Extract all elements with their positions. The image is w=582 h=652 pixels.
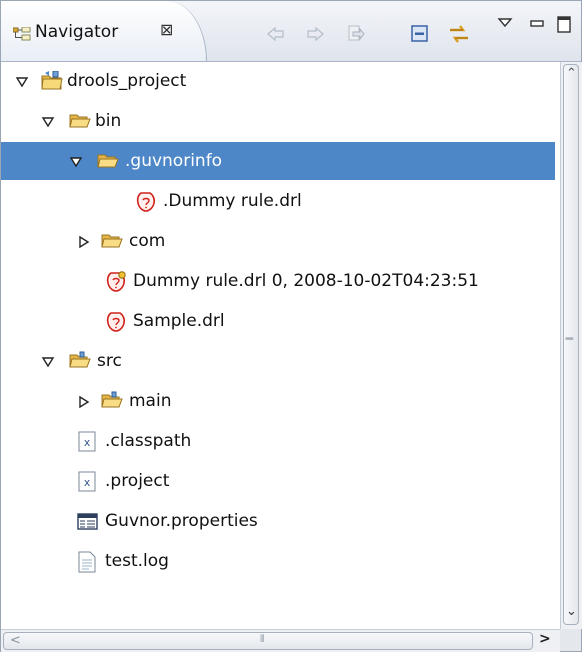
tree-item-label: drools_project bbox=[67, 71, 187, 91]
tree-item-label: Sample.drl bbox=[133, 311, 225, 331]
scroll-right-arrow-icon[interactable]: > bbox=[539, 631, 551, 647]
tree-item-classpath[interactable]: x .classpath bbox=[1, 422, 555, 460]
svg-text:x: x bbox=[84, 476, 91, 489]
drl-file-icon bbox=[105, 311, 127, 332]
properties-file-icon bbox=[77, 511, 99, 531]
tree-item-label: main bbox=[129, 391, 172, 411]
tree-item-label: .classpath bbox=[105, 431, 192, 451]
drl-file-versioned-icon bbox=[105, 271, 127, 292]
scroll-grip-icon: ⦀ bbox=[562, 336, 574, 341]
tree-item-label: .guvnorinfo bbox=[125, 151, 223, 171]
tree-item-bin[interactable]: bin bbox=[1, 102, 555, 140]
tree-item-label: Dummy rule.drl 0, 2008-10-02T04:23:51 bbox=[133, 271, 479, 291]
expanded-twisty-icon[interactable] bbox=[69, 154, 83, 168]
tree-item-label: test.log bbox=[105, 551, 169, 571]
collapsed-twisty-icon[interactable] bbox=[77, 234, 91, 249]
folder-icon bbox=[101, 231, 123, 251]
navigator-view: Navigator ⊠ drools_project bin .guvnorin… bbox=[0, 0, 582, 652]
back-icon[interactable] bbox=[265, 23, 287, 45]
link-with-editor-icon[interactable] bbox=[448, 23, 470, 45]
collapsed-twisty-icon[interactable] bbox=[77, 394, 91, 409]
tree-item-guvnorinfo[interactable]: .guvnorinfo bbox=[1, 142, 555, 180]
expanded-twisty-icon[interactable] bbox=[41, 354, 55, 368]
project-icon bbox=[41, 70, 63, 91]
tree-item-main[interactable]: main bbox=[1, 382, 555, 420]
tree-item-com[interactable]: com bbox=[1, 222, 555, 260]
folder-open-icon bbox=[69, 111, 91, 131]
tree-item-src[interactable]: src bbox=[1, 342, 555, 380]
scroll-up-arrow-icon[interactable]: ⌃ bbox=[566, 66, 577, 81]
minimize-icon[interactable] bbox=[529, 15, 551, 37]
resource-tree: drools_project bin .guvnorinfo .Dummy ru… bbox=[1, 62, 560, 622]
folder-open-icon bbox=[97, 151, 119, 171]
xml-file-icon: x bbox=[77, 431, 99, 452]
tree-item-dummy-rule-drl-version[interactable]: Dummy rule.drl 0, 2008-10-02T04:23:51 bbox=[1, 262, 555, 300]
maximize-icon[interactable] bbox=[556, 15, 578, 37]
scroll-down-arrow-icon[interactable]: ⌄ bbox=[566, 604, 577, 619]
source-folder-icon bbox=[69, 351, 91, 371]
svg-text:x: x bbox=[84, 436, 91, 449]
tree-item-label: Guvnor.properties bbox=[105, 511, 258, 531]
scroll-left-arrow-icon[interactable]: < bbox=[10, 633, 21, 648]
text-file-icon bbox=[77, 551, 99, 573]
view-header: Navigator ⊠ bbox=[1, 1, 581, 62]
xml-file-icon: x bbox=[77, 471, 99, 492]
expanded-twisty-icon[interactable] bbox=[15, 74, 29, 88]
vertical-scroll-thumb[interactable]: ⌃ ⦀ ⌄ bbox=[563, 64, 579, 625]
source-folder-icon bbox=[101, 391, 123, 411]
tree-item-test-log[interactable]: test.log bbox=[1, 542, 555, 580]
tree-item-label: src bbox=[97, 351, 122, 371]
view-menu-icon[interactable] bbox=[497, 15, 519, 37]
tree-item-dummy-rule-drl-hidden[interactable]: .Dummy rule.drl bbox=[1, 182, 555, 220]
forward-icon[interactable] bbox=[304, 23, 326, 45]
horizontal-scrollbar[interactable]: < ⦀ > bbox=[1, 629, 560, 652]
tree-item-label: .project bbox=[105, 471, 170, 491]
tree-item-sample-drl[interactable]: Sample.drl bbox=[1, 302, 555, 340]
tree-item-label: com bbox=[129, 231, 166, 251]
go-into-icon[interactable] bbox=[344, 23, 366, 45]
close-icon[interactable]: ⊠ bbox=[160, 20, 173, 39]
tree-item-drools-project[interactable]: drools_project bbox=[1, 62, 555, 100]
tree-item-project[interactable]: x .project bbox=[1, 462, 555, 500]
scroll-grip-icon: ⦀ bbox=[260, 634, 265, 645]
tree-item-guvnor-properties[interactable]: Guvnor.properties bbox=[1, 502, 555, 540]
vertical-scrollbar[interactable]: ⌃ ⦀ ⌄ bbox=[560, 62, 582, 629]
scrollbar-corner bbox=[560, 629, 581, 651]
tree-item-label: .Dummy rule.drl bbox=[163, 191, 302, 211]
tab-navigator[interactable]: Navigator ⊠ bbox=[1, 1, 207, 61]
navigator-icon bbox=[12, 26, 31, 46]
view-title: Navigator bbox=[35, 22, 119, 42]
drl-file-icon bbox=[135, 191, 157, 212]
tree-item-label: bin bbox=[95, 111, 122, 131]
horizontal-scroll-thumb[interactable]: < ⦀ bbox=[3, 632, 533, 650]
expanded-twisty-icon[interactable] bbox=[41, 114, 55, 128]
collapse-all-icon[interactable] bbox=[409, 23, 431, 45]
